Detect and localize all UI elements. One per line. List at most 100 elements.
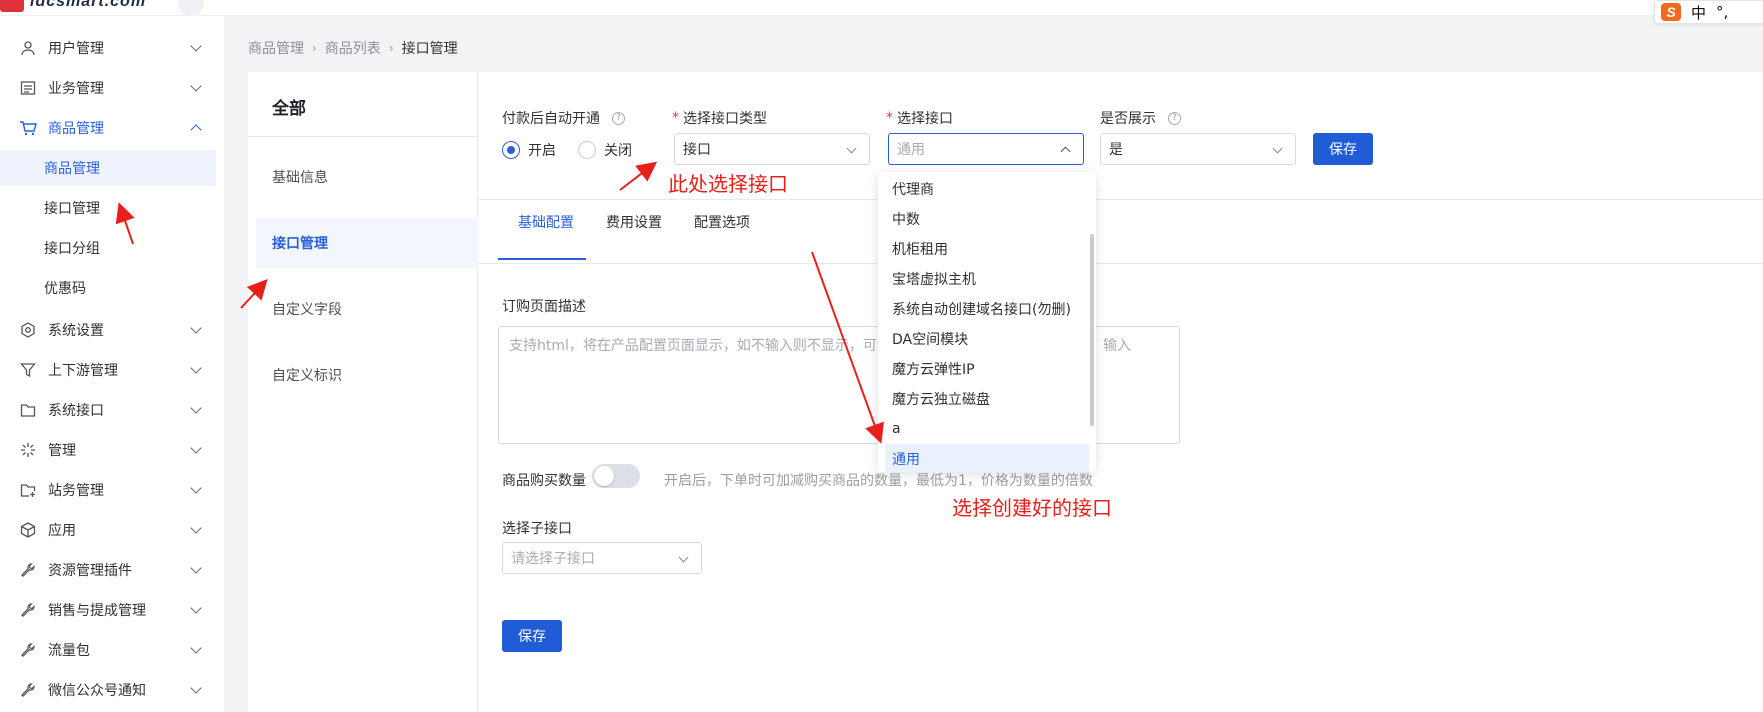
qty-switch[interactable]: [592, 464, 640, 488]
sidebar-item-system-iface[interactable]: 系统接口: [0, 390, 224, 430]
list-icon: [18, 78, 38, 98]
sidebar-item-users[interactable]: 用户管理: [0, 28, 224, 68]
dropdown-scrollbar[interactable]: [1090, 234, 1094, 426]
annotation-select-here: 此处选择接口: [668, 172, 788, 196]
cart-icon: [18, 118, 38, 138]
sidebar-item-sales[interactable]: 销售与提成管理: [0, 590, 224, 630]
dropdown-option[interactable]: 宝塔虚拟主机: [878, 264, 1088, 294]
logo-text: idcsmart.com: [30, 0, 147, 10]
dropdown-option[interactable]: 系统自动创建域名接口(勿删): [878, 294, 1088, 324]
radio-on[interactable]: 开启: [502, 140, 556, 160]
display-label: 是否展示 ?: [1100, 108, 1181, 128]
qty-label: 商品购买数量: [502, 473, 586, 489]
breadcrumb-current: 接口管理: [401, 41, 458, 57]
chevron-down-icon: [190, 80, 202, 92]
help-icon[interactable]: ?: [1168, 111, 1181, 125]
wrench-icon: [18, 640, 38, 660]
auto-open-label: 付款后自动开通 ?: [502, 108, 625, 128]
chevron-down-icon: [190, 40, 202, 52]
iface-label: * 选择接口: [886, 110, 953, 127]
sidebar-item-wechat[interactable]: 微信公众号通知: [0, 670, 224, 710]
section-menu-item-custom-field[interactable]: 自定义字段: [256, 284, 478, 334]
sidebar-item-business[interactable]: 业务管理: [0, 68, 224, 108]
chevron-up-icon: [1060, 146, 1071, 157]
sidebar-item-label: 销售与提成管理: [48, 603, 146, 619]
section-menu-item-basic[interactable]: 基础信息: [256, 152, 478, 202]
dropdown-option[interactable]: 机柜租用: [878, 234, 1088, 264]
collapse-toggle[interactable]: [178, 0, 204, 16]
folder-icon: [18, 400, 38, 420]
dropdown-option[interactable]: 魔方云弹性IP: [878, 354, 1088, 384]
desc-placeholder: 支持html，将在产品配置页面显示，如不输入则不显示，可调: [509, 338, 891, 354]
sidebar-item-admin[interactable]: 管理: [0, 430, 224, 470]
iface-select[interactable]: 通用: [888, 133, 1084, 165]
breadcrumb: 商品管理 › 商品列表 › 接口管理: [248, 38, 458, 58]
sidebar-item-apps[interactable]: 应用: [0, 510, 224, 550]
ime-toolbar[interactable]: S 中 °,: [1654, 0, 1763, 24]
tab-config-options[interactable]: 配置选项: [694, 212, 750, 232]
radio-off[interactable]: 关闭: [578, 140, 632, 160]
tab-fee-settings[interactable]: 费用设置: [606, 212, 662, 232]
sidebar-item-label: 商品管理: [48, 121, 104, 137]
sidebar-item-label: 系统设置: [48, 323, 104, 339]
sidebar-item-label: 系统接口: [48, 403, 104, 419]
dropdown-option[interactable]: 代理商: [878, 174, 1088, 204]
ime-lang[interactable]: 中: [1691, 2, 1706, 23]
ime-punct[interactable]: °,: [1716, 3, 1728, 21]
dropdown-option[interactable]: 魔方云独立磁盘: [878, 384, 1088, 414]
top-bar: idcsmart.com: [0, 0, 1763, 16]
sidebar: 用户管理 业务管理 商品管理 商品管理 接口管理 接口分组 优惠码 系统设置 上…: [0, 16, 224, 712]
sidebar-item-products[interactable]: 商品管理: [0, 108, 224, 148]
sidebar-item-label: 业务管理: [48, 81, 104, 97]
sidebar-item-label: 应用: [48, 523, 76, 539]
sidebar-subitem-iface-mgmt[interactable]: 接口管理: [0, 190, 216, 226]
chevron-down-icon: [678, 552, 689, 563]
sidebar-item-upstream[interactable]: 上下游管理: [0, 350, 224, 390]
radio-unchecked-icon: [578, 141, 596, 159]
sidebar-item-label: 站务管理: [48, 483, 104, 499]
sidebar-subitem-coupon[interactable]: 优惠码: [0, 270, 216, 306]
breadcrumb-item[interactable]: 商品列表: [325, 38, 381, 58]
tab-basic-config[interactable]: 基础配置: [518, 212, 574, 232]
dropdown-option[interactable]: a: [878, 414, 1088, 444]
help-icon[interactable]: ?: [612, 111, 625, 125]
sidebar-subitem-product-mgmt[interactable]: 商品管理: [0, 150, 216, 186]
sidebar-subitem-iface-group[interactable]: 接口分组: [0, 230, 216, 266]
chevron-down-icon: [190, 402, 202, 414]
section-menu-item-custom-tag[interactable]: 自定义标识: [256, 350, 478, 400]
breadcrumb-separator: ›: [312, 41, 317, 55]
sidebar-item-site[interactable]: 站务管理: [0, 470, 224, 510]
dropdown-option[interactable]: DA空间模块: [878, 324, 1088, 354]
dropdown-option[interactable]: 中数: [878, 204, 1088, 234]
cube-icon: [18, 520, 38, 540]
chevron-down-icon: [190, 442, 202, 454]
chevron-down-icon: [190, 562, 202, 574]
save-button[interactable]: 保存: [1313, 133, 1373, 165]
logo[interactable]: idcsmart.com: [0, 0, 146, 12]
section-menu-item-iface[interactable]: 接口管理: [256, 218, 478, 268]
divider: [478, 199, 1763, 200]
wrench-icon: [18, 560, 38, 580]
section-menu: 全部 基础信息 接口管理 自定义字段 自定义标识: [248, 72, 478, 712]
config-save-button[interactable]: 保存: [502, 620, 562, 652]
iface-type-select[interactable]: 接口: [674, 133, 870, 165]
display-select[interactable]: 是: [1100, 133, 1296, 165]
radio-checked-icon: [502, 141, 520, 159]
sidebar-item-resource-plugin[interactable]: 资源管理插件: [0, 550, 224, 590]
annotation-select-created: 选择创建好的接口: [952, 496, 1112, 520]
breadcrumb-item[interactable]: 商品管理: [248, 38, 304, 58]
chevron-down-icon: [190, 322, 202, 334]
desc-label: 订购页面描述: [502, 299, 586, 315]
sub-iface-select[interactable]: 请选择子接口: [502, 542, 702, 574]
sidebar-item-label: 上下游管理: [48, 363, 118, 379]
sidebar-item-system-settings[interactable]: 系统设置: [0, 310, 224, 350]
dropdown-option-selected[interactable]: 通用: [885, 444, 1089, 472]
sidebar-item-label: 管理: [48, 443, 76, 459]
qty-hint: 开启后，下单时可加减购买商品的数量，最低为1，价格为数量的倍数: [664, 473, 1093, 489]
gear-icon: [18, 320, 38, 340]
sidebar-item-label: 流量包: [48, 643, 90, 659]
wrench-icon: [18, 680, 38, 700]
chevron-down-icon: [190, 482, 202, 494]
sidebar-item-traffic[interactable]: 流量包: [0, 630, 224, 670]
ime-logo-icon: S: [1661, 3, 1681, 21]
